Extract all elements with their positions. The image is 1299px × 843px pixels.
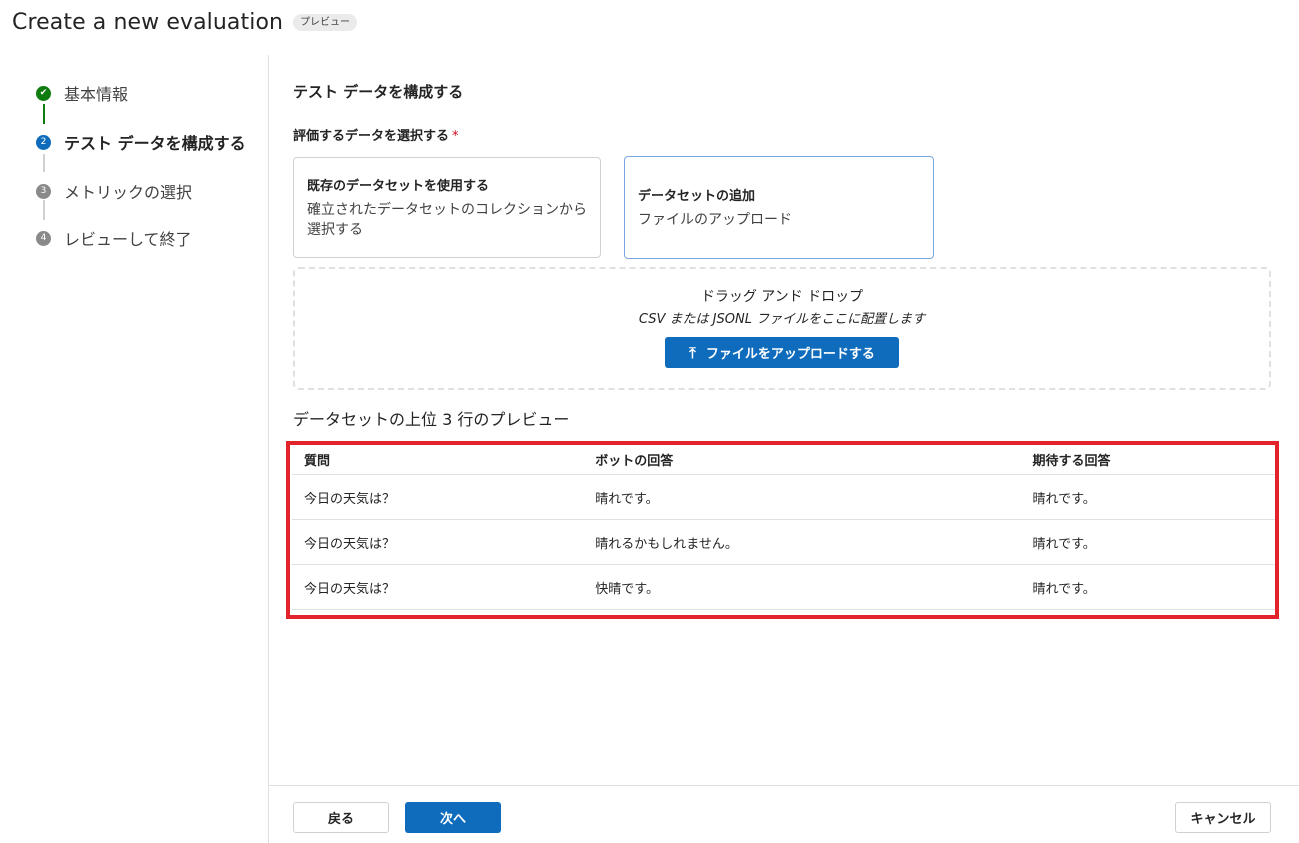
step-label: メトリックの選択	[64, 183, 193, 202]
sidebar-divider	[268, 55, 269, 843]
table-cell: 今日の天気は？	[292, 474, 584, 520]
footer-divider	[269, 785, 1299, 786]
step-select-metrics[interactable]: 3 メトリックの選択	[36, 179, 192, 203]
column-header-bot-answer: ボットの回答	[583, 445, 1021, 475]
table-row: 今日の天気は？ 晴れるかもしれません。 晴れです。	[292, 519, 1275, 565]
preview-label: データセットの上位 3 行のプレビュー	[293, 410, 570, 429]
step-basic-info[interactable]: ✔ 基本情報	[36, 81, 128, 105]
step-connector	[43, 104, 45, 124]
step-number: 4	[36, 230, 51, 246]
upload-arrow-icon: ⤒	[689, 343, 696, 362]
card-title: データセットの追加	[638, 189, 756, 204]
title-row: Create a new evaluation プレビュー	[12, 10, 358, 35]
column-header-question: 質問	[292, 445, 584, 475]
next-button[interactable]: 次へ	[405, 802, 501, 833]
step-configure-test-data[interactable]: 2 テスト データを構成する	[36, 130, 246, 154]
card-description: ファイルのアップロード	[638, 212, 792, 228]
table-header-row: 質問 ボットの回答 期待する回答	[292, 445, 1275, 475]
table-cell: 晴れるかもしれません。	[583, 519, 1021, 565]
step-label: レビューして終了	[64, 230, 192, 249]
table-cell: 今日の天気は？	[292, 564, 584, 610]
data-select-label-text: 評価するデータを選択する	[293, 129, 450, 144]
table-cell: 今日の天気は？	[292, 519, 584, 565]
preview-table: 質問 ボットの回答 期待する回答 今日の天気は？ 晴れです。 晴れです。 今日の…	[292, 445, 1275, 610]
table-cell: 晴れです。	[1020, 474, 1275, 520]
table-cell: 快晴です。	[583, 564, 1021, 610]
card-title: 既存のデータセットを使用する	[307, 179, 490, 194]
table-cell: 晴れです。	[1020, 564, 1275, 610]
dropzone-title: ドラッグ アンド ドロップ	[700, 289, 864, 305]
section-title: テスト データを構成する	[293, 83, 464, 101]
table-cell: 晴れです。	[1020, 519, 1275, 565]
step-review-finish[interactable]: 4 レビューして終了	[36, 226, 192, 250]
option-add-dataset[interactable]: データセットの追加 ファイルのアップロード	[624, 156, 934, 259]
page-title: Create a new evaluation	[12, 10, 284, 35]
upload-button-label: ファイルをアップロードする	[705, 347, 875, 362]
step-connector	[43, 154, 45, 172]
step-number: 2	[36, 134, 51, 150]
cancel-button[interactable]: キャンセル	[1175, 802, 1271, 833]
card-description: 確立されたデータセットのコレクションから選択する	[307, 202, 587, 238]
step-connector	[43, 200, 45, 220]
required-marker: *	[452, 129, 459, 144]
table-row: 今日の天気は？ 晴れです。 晴れです。	[292, 474, 1275, 520]
upload-file-button[interactable]: ⤒ ファイルをアップロードする	[665, 337, 899, 368]
step-number: 3	[36, 183, 51, 199]
dropzone-subtitle: CSV または JSONL ファイルをここに配置します	[638, 312, 926, 327]
option-existing-dataset[interactable]: 既存のデータセットを使用する 確立されたデータセットのコレクションから選択する	[293, 157, 601, 258]
file-dropzone[interactable]: ドラッグ アンド ドロップ CSV または JSONL ファイルをここに配置しま…	[293, 267, 1271, 390]
table-row: 今日の天気は？ 快晴です。 晴れです。	[292, 564, 1275, 610]
back-button[interactable]: 戻る	[293, 802, 389, 833]
step-label: テスト データを構成する	[64, 134, 246, 153]
checkmark-icon: ✔	[36, 85, 51, 101]
step-label: 基本情報	[64, 85, 129, 104]
preview-table-highlight: 質問 ボットの回答 期待する回答 今日の天気は？ 晴れです。 晴れです。 今日の…	[286, 441, 1279, 619]
preview-badge: プレビュー	[293, 14, 358, 31]
data-select-label: 評価するデータを選択する *	[293, 125, 459, 144]
table-cell: 晴れです。	[583, 474, 1021, 520]
column-header-expected-answer: 期待する回答	[1020, 445, 1275, 475]
